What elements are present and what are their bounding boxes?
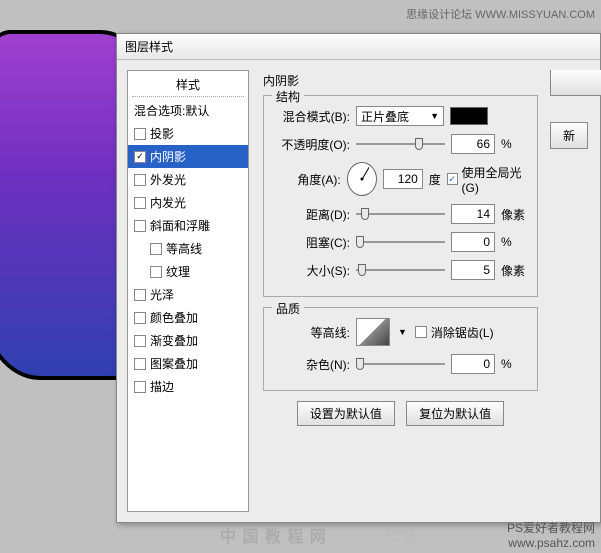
watermark-center: 中 国 教 程 网: [220, 523, 327, 547]
style-outer-glow[interactable]: 外发光: [128, 168, 248, 191]
noise-slider[interactable]: [356, 356, 445, 372]
angle-dial[interactable]: [347, 162, 377, 196]
blend-mode-label: 混合模式(B):: [272, 108, 350, 125]
contour-label: 等高线:: [272, 324, 350, 341]
style-contour[interactable]: 等高线: [128, 237, 248, 260]
distance-slider[interactable]: [356, 206, 445, 222]
angle-label: 角度(A):: [272, 171, 341, 188]
style-satin[interactable]: 光泽: [128, 283, 248, 306]
opacity-slider[interactable]: [356, 136, 445, 152]
choke-slider[interactable]: [356, 234, 445, 250]
checkbox-icon[interactable]: [134, 381, 146, 393]
structure-group: 结构 混合模式(B): 正片叠底▼ 不透明度(O): 66 % 角度(A):: [263, 95, 538, 297]
checkbox-icon[interactable]: [134, 335, 146, 347]
checkbox-icon[interactable]: [134, 358, 146, 370]
styles-header[interactable]: 样式: [132, 73, 244, 97]
layer-style-dialog: 图层样式 样式 混合选项:默认 投影 ✓内阴影 外发光 内发光 斜面和浮雕 等高…: [116, 33, 601, 523]
style-inner-shadow[interactable]: ✓内阴影: [128, 145, 248, 168]
checkbox-icon: [415, 326, 427, 338]
watermark-top: 思缘设计论坛 WWW.MISSYUAN.COM: [406, 6, 595, 22]
dialog-title: 图层样式: [117, 34, 600, 60]
watermark-jcw: JCW: [380, 526, 420, 547]
color-swatch[interactable]: [450, 107, 488, 125]
antialias-checkbox[interactable]: 消除锯齿(L): [415, 324, 494, 341]
side-buttons: 新: [550, 70, 590, 512]
checkbox-icon[interactable]: [134, 220, 146, 232]
style-bevel-emboss[interactable]: 斜面和浮雕: [128, 214, 248, 237]
opacity-input[interactable]: 66: [451, 134, 495, 154]
contour-picker[interactable]: [356, 318, 390, 346]
ok-button-partial[interactable]: [550, 70, 601, 96]
chevron-down-icon: ▼: [430, 111, 439, 121]
distance-input[interactable]: 14: [451, 204, 495, 224]
style-blend-options[interactable]: 混合选项:默认: [128, 99, 248, 122]
structure-legend: 结构: [272, 88, 304, 105]
checkbox-icon[interactable]: [134, 128, 146, 140]
opacity-label: 不透明度(O):: [272, 136, 350, 153]
choke-label: 阻塞(C):: [272, 234, 350, 251]
noise-unit: %: [501, 357, 529, 371]
watermark-bottom: PS爱好者教程网 www.psahz.com: [507, 521, 595, 551]
style-gradient-overlay[interactable]: 渐变叠加: [128, 329, 248, 352]
distance-unit: 像素: [501, 206, 529, 223]
style-stroke[interactable]: 描边: [128, 375, 248, 398]
style-drop-shadow[interactable]: 投影: [128, 122, 248, 145]
reset-default-button[interactable]: 复位为默认值: [406, 401, 504, 426]
blend-mode-combo[interactable]: 正片叠底▼: [356, 106, 444, 126]
size-input[interactable]: 5: [451, 260, 495, 280]
noise-input[interactable]: 0: [451, 354, 495, 374]
choke-input[interactable]: 0: [451, 232, 495, 252]
new-style-button[interactable]: 新: [550, 122, 588, 149]
checkbox-icon[interactable]: [150, 243, 162, 255]
checkbox-icon[interactable]: [134, 289, 146, 301]
size-unit: 像素: [501, 262, 529, 279]
noise-label: 杂色(N):: [272, 356, 350, 373]
set-default-button[interactable]: 设置为默认值: [297, 401, 395, 426]
size-label: 大小(S):: [272, 262, 350, 279]
styles-list: 样式 混合选项:默认 投影 ✓内阴影 外发光 内发光 斜面和浮雕 等高线 纹理 …: [127, 70, 249, 512]
style-inner-glow[interactable]: 内发光: [128, 191, 248, 214]
chevron-down-icon[interactable]: ▼: [396, 327, 409, 337]
quality-group: 品质 等高线: ▼ 消除锯齿(L) 杂色(N): 0 %: [263, 307, 538, 391]
angle-unit: 度: [429, 171, 441, 188]
size-slider[interactable]: [356, 262, 445, 278]
angle-input[interactable]: 120: [383, 169, 423, 189]
opacity-unit: %: [501, 137, 529, 151]
choke-unit: %: [501, 235, 529, 249]
checkbox-icon[interactable]: [134, 174, 146, 186]
checkbox-icon[interactable]: ✓: [134, 151, 146, 163]
checkbox-icon[interactable]: [134, 312, 146, 324]
style-texture[interactable]: 纹理: [128, 260, 248, 283]
style-color-overlay[interactable]: 颜色叠加: [128, 306, 248, 329]
global-light-checkbox[interactable]: ✓使用全局光(G): [447, 164, 529, 195]
style-pattern-overlay[interactable]: 图案叠加: [128, 352, 248, 375]
checkbox-icon: ✓: [447, 173, 458, 185]
checkbox-icon[interactable]: [134, 197, 146, 209]
distance-label: 距离(D):: [272, 206, 350, 223]
checkbox-icon[interactable]: [150, 266, 162, 278]
quality-legend: 品质: [272, 300, 304, 317]
